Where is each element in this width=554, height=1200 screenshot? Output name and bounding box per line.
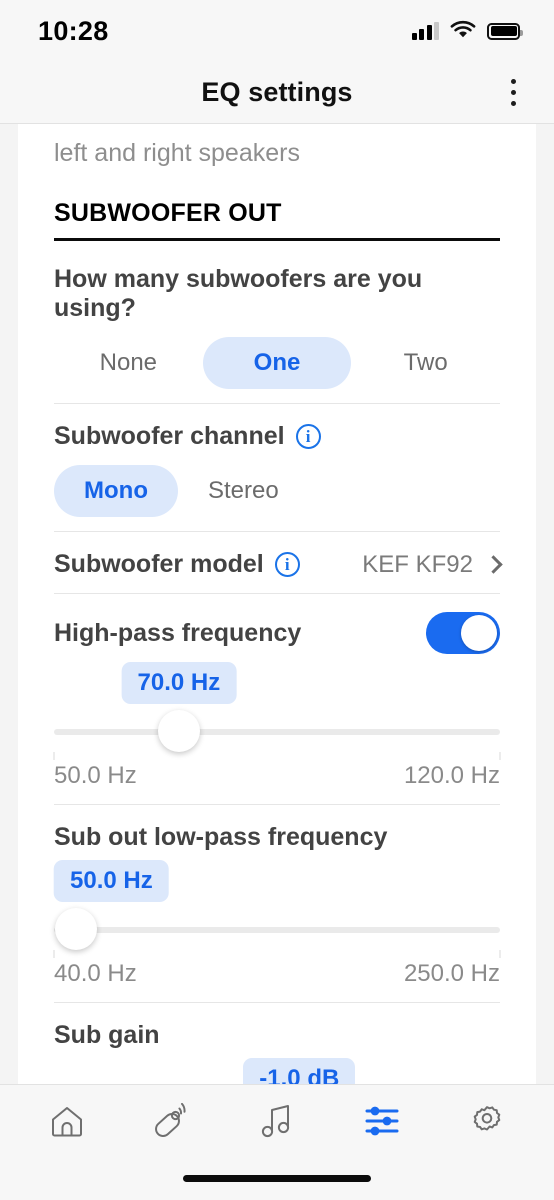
- low-pass-label: Sub out low-pass frequency: [54, 823, 388, 852]
- subwoofer-channel-label: Subwoofer channel: [54, 422, 285, 451]
- app-header: EQ settings: [0, 62, 554, 124]
- low-pass-slider-ticks: [53, 950, 501, 959]
- high-pass-slider-thumb[interactable]: [157, 710, 200, 753]
- low-pass-head: Sub out low-pass frequency: [54, 823, 500, 852]
- segment-two[interactable]: Two: [351, 337, 500, 389]
- nav-item-home[interactable]: [35, 1095, 99, 1147]
- subwoofer-model-label: Subwoofer model: [54, 550, 264, 579]
- subwoofer-model-label-group: Subwoofer model i: [54, 550, 300, 579]
- info-icon[interactable]: i: [274, 552, 300, 578]
- info-icon[interactable]: i: [295, 424, 321, 450]
- row-sub-gain: Sub gain -1.0 dB: [54, 1002, 500, 1084]
- home-icon: [49, 1104, 85, 1138]
- high-pass-slider-track[interactable]: [54, 729, 500, 736]
- battery-full-icon: [487, 22, 523, 40]
- sub-gain-value-badge: -1.0 dB: [243, 1058, 356, 1084]
- nav-item-music[interactable]: [245, 1095, 309, 1147]
- row-subwoofer-model[interactable]: Subwoofer model i KEF KF92: [54, 531, 503, 593]
- high-pass-toggle[interactable]: [426, 612, 500, 655]
- row-subwoofer-channel: Subwoofer channel i Mono Stereo: [54, 403, 500, 531]
- low-pass-slider[interactable]: [54, 908, 500, 951]
- wifi-icon: [450, 19, 476, 43]
- sub-gain-value-line: -1.0 dB: [54, 1058, 500, 1084]
- row-subwoofer-count-head: How many subwoofers are you using?: [54, 265, 500, 323]
- high-pass-value-badge: 70.0 Hz: [121, 662, 237, 705]
- status-time: 10:28: [38, 15, 109, 46]
- segment-one[interactable]: One: [202, 337, 352, 390]
- status-bar: 10:28: [0, 0, 554, 62]
- segment-none[interactable]: None: [54, 337, 203, 389]
- row-low-pass-frequency: Sub out low-pass frequency 50.0 Hz 40.0 …: [53, 804, 501, 1002]
- high-pass-range-labels: 50.0 Hz 120.0 Hz: [54, 760, 500, 790]
- low-pass-value-badge: 50.0 Hz: [53, 860, 169, 903]
- subwoofer-model-head: Subwoofer model i KEF KF92: [54, 550, 503, 579]
- gear-icon: [469, 1103, 505, 1139]
- subwoofer-count-question: How many subwoofers are you using?: [54, 265, 423, 323]
- low-pass-value-line: 50.0 Hz: [53, 860, 500, 906]
- subwoofer-model-value-group[interactable]: KEF KF92: [362, 550, 503, 579]
- nav-item-settings[interactable]: [455, 1095, 519, 1147]
- chevron-right-icon: [484, 555, 503, 574]
- remote-control-icon: [152, 1102, 192, 1139]
- subwoofer-channel-segmented-control: Mono Stereo: [54, 451, 500, 518]
- segment-stereo[interactable]: Stereo: [178, 465, 309, 517]
- row-subwoofer-count: How many subwoofers are you using? None …: [54, 247, 500, 403]
- more-options-icon[interactable]: [498, 75, 528, 111]
- previous-section-partial-text: left and right speakers: [54, 139, 300, 167]
- low-pass-min-label: 40.0 Hz: [54, 960, 137, 988]
- status-icons: [411, 19, 523, 43]
- nav-item-eq[interactable]: [350, 1095, 414, 1147]
- subwoofer-channel-label-group: Subwoofer channel i: [54, 422, 500, 451]
- segment-mono[interactable]: Mono: [54, 465, 178, 518]
- section-heading-subwoofer-out: SUBWOOFER OUT: [54, 177, 500, 242]
- high-pass-head: High-pass frequency: [54, 612, 500, 655]
- app-screen: 10:28 EQ settings left and right speaker…: [0, 0, 554, 1200]
- high-pass-label: High-pass frequency: [54, 618, 302, 647]
- home-indicator[interactable]: [183, 1174, 371, 1182]
- low-pass-slider-thumb[interactable]: [55, 908, 98, 951]
- low-pass-slider-track[interactable]: [54, 927, 500, 934]
- equalizer-sliders-icon: [364, 1104, 400, 1138]
- sub-gain-head: Sub gain: [54, 1021, 500, 1050]
- sub-gain-label: Sub gain: [54, 1021, 160, 1050]
- subwoofer-model-value: KEF KF92: [362, 550, 473, 578]
- low-pass-range-labels: 40.0 Hz 250.0 Hz: [54, 958, 500, 988]
- high-pass-slider-ticks: [53, 752, 501, 761]
- nav-item-remote[interactable]: [140, 1095, 204, 1147]
- row-high-pass-frequency: High-pass frequency 70.0 Hz 50.0 Hz 120.…: [53, 593, 501, 804]
- music-note-icon: [260, 1103, 294, 1139]
- subwoofer-count-segmented-control: None One Two: [54, 323, 500, 390]
- high-pass-slider[interactable]: [54, 710, 500, 753]
- cellular-signal-icon: [411, 22, 439, 40]
- high-pass-min-label: 50.0 Hz: [54, 762, 137, 790]
- high-pass-max-label: 120.0 Hz: [403, 762, 500, 790]
- settings-scroll-area[interactable]: left and right speakers SUBWOOFER OUT Ho…: [0, 124, 554, 1084]
- settings-card: left and right speakers SUBWOOFER OUT Ho…: [18, 124, 536, 1084]
- home-indicator-area: [0, 1156, 554, 1200]
- page-title: EQ settings: [201, 77, 353, 107]
- bottom-navigation-bar: [0, 1084, 554, 1156]
- low-pass-max-label: 250.0 Hz: [403, 960, 500, 988]
- high-pass-value-line: 70.0 Hz: [54, 662, 500, 708]
